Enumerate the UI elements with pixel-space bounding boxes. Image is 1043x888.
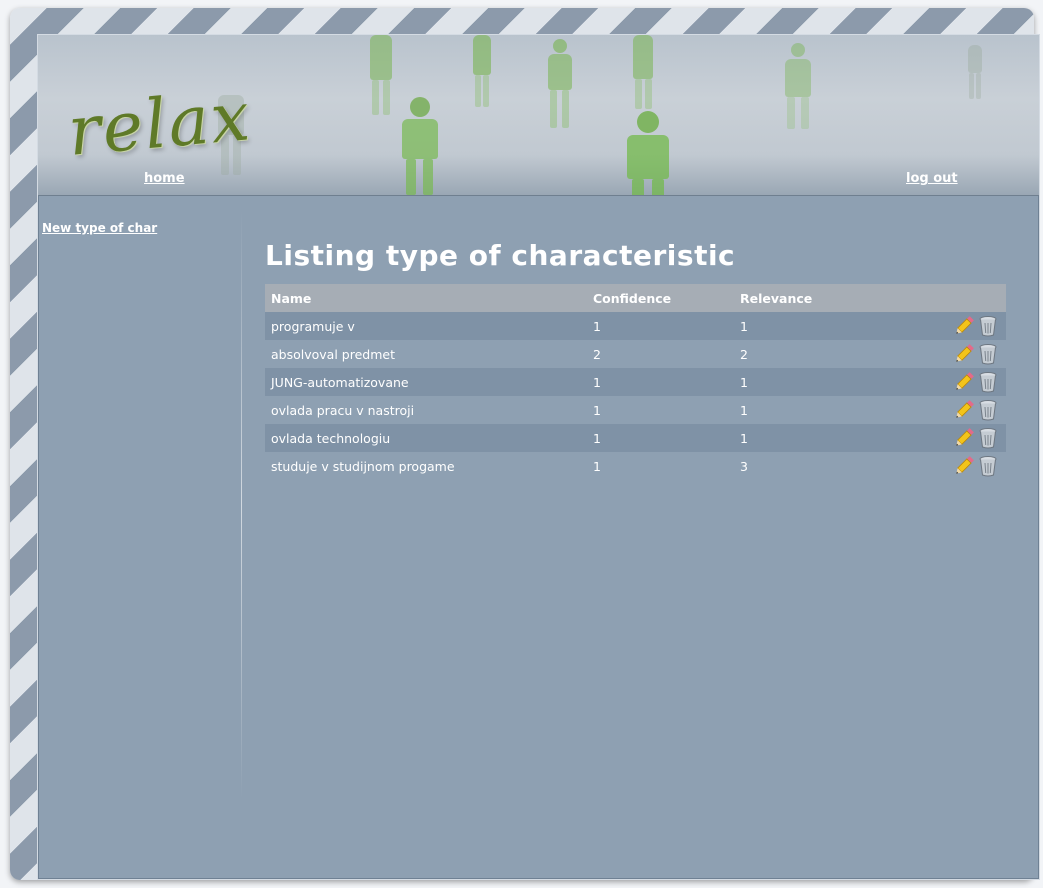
cell-actions: [946, 340, 1006, 368]
new-type-link[interactable]: New type of char: [42, 221, 157, 235]
pencil-icon[interactable]: [952, 398, 976, 422]
column-header-name: Name: [265, 284, 587, 312]
table-row: programuje v11: [265, 312, 1006, 340]
trash-icon[interactable]: [976, 314, 1000, 338]
relax-logo: relax: [64, 77, 255, 172]
cell-relevance: 1: [734, 396, 946, 424]
table-header-row: Name Confidence Relevance: [265, 284, 1006, 312]
table-row: JUNG-automatizovane 1 1: [265, 368, 1006, 396]
content-area: relax home log out New type of char List…: [37, 34, 1040, 880]
cell-name: ovlada technologiu: [265, 424, 587, 452]
cell-name: ovlada pracu v nastroji: [265, 396, 587, 424]
cell-confidence: 1: [587, 368, 734, 396]
sidebar-divider: [241, 210, 242, 800]
header-banner: relax home log out: [38, 35, 1039, 196]
table-row: absolvoval predmet 2 2: [265, 340, 1006, 368]
cell-confidence: 1: [587, 312, 734, 340]
cell-name: absolvoval predmet: [265, 340, 587, 368]
pencil-icon[interactable]: [952, 314, 976, 338]
cell-name: JUNG-automatizovane: [265, 368, 587, 396]
cell-confidence: 1: [587, 396, 734, 424]
cell-relevance: 2: [734, 340, 946, 368]
table-row: studuje v studijnom progame 1 3: [265, 452, 1006, 480]
pencil-icon[interactable]: [952, 342, 976, 366]
cell-actions: [946, 424, 1006, 452]
cell-actions: [946, 312, 1006, 340]
trash-icon[interactable]: [976, 370, 1000, 394]
cell-actions: [946, 396, 1006, 424]
column-header-confidence: Confidence: [587, 284, 734, 312]
table-row: ovlada technologiu 1 1: [265, 424, 1006, 452]
trash-icon[interactable]: [976, 426, 1000, 450]
cell-relevance: 1: [734, 312, 946, 340]
home-link[interactable]: home: [144, 171, 185, 186]
cell-relevance: 1: [734, 368, 946, 396]
column-header-relevance: Relevance: [734, 284, 946, 312]
trash-icon[interactable]: [976, 342, 1000, 366]
cell-relevance: 3: [734, 452, 946, 480]
pencil-icon[interactable]: [952, 426, 976, 450]
characteristic-table: Name Confidence Relevance programuje v11…: [265, 284, 1006, 480]
pencil-icon[interactable]: [952, 370, 976, 394]
page-frame: relax home log out New type of char List…: [10, 8, 1040, 880]
pencil-icon[interactable]: [952, 454, 976, 478]
page-title: Listing type of characteristic: [265, 239, 736, 272]
cell-confidence: 1: [587, 452, 734, 480]
logout-link[interactable]: log out: [906, 171, 958, 186]
cell-name: programuje v: [265, 312, 587, 340]
trash-icon[interactable]: [976, 454, 1000, 478]
cell-name: studuje v studijnom progame: [265, 452, 587, 480]
table-row: ovlada pracu v nastroji 1 1: [265, 396, 1006, 424]
trash-icon[interactable]: [976, 398, 1000, 422]
cell-actions: [946, 452, 1006, 480]
cell-confidence: 1: [587, 424, 734, 452]
cell-relevance: 1: [734, 424, 946, 452]
cell-confidence: 2: [587, 340, 734, 368]
column-header-actions: [946, 284, 1006, 312]
cell-actions: [946, 368, 1006, 396]
table-body: programuje v 1 1 absolvoval predmet 2 2 JUNG-a…: [265, 312, 1006, 480]
